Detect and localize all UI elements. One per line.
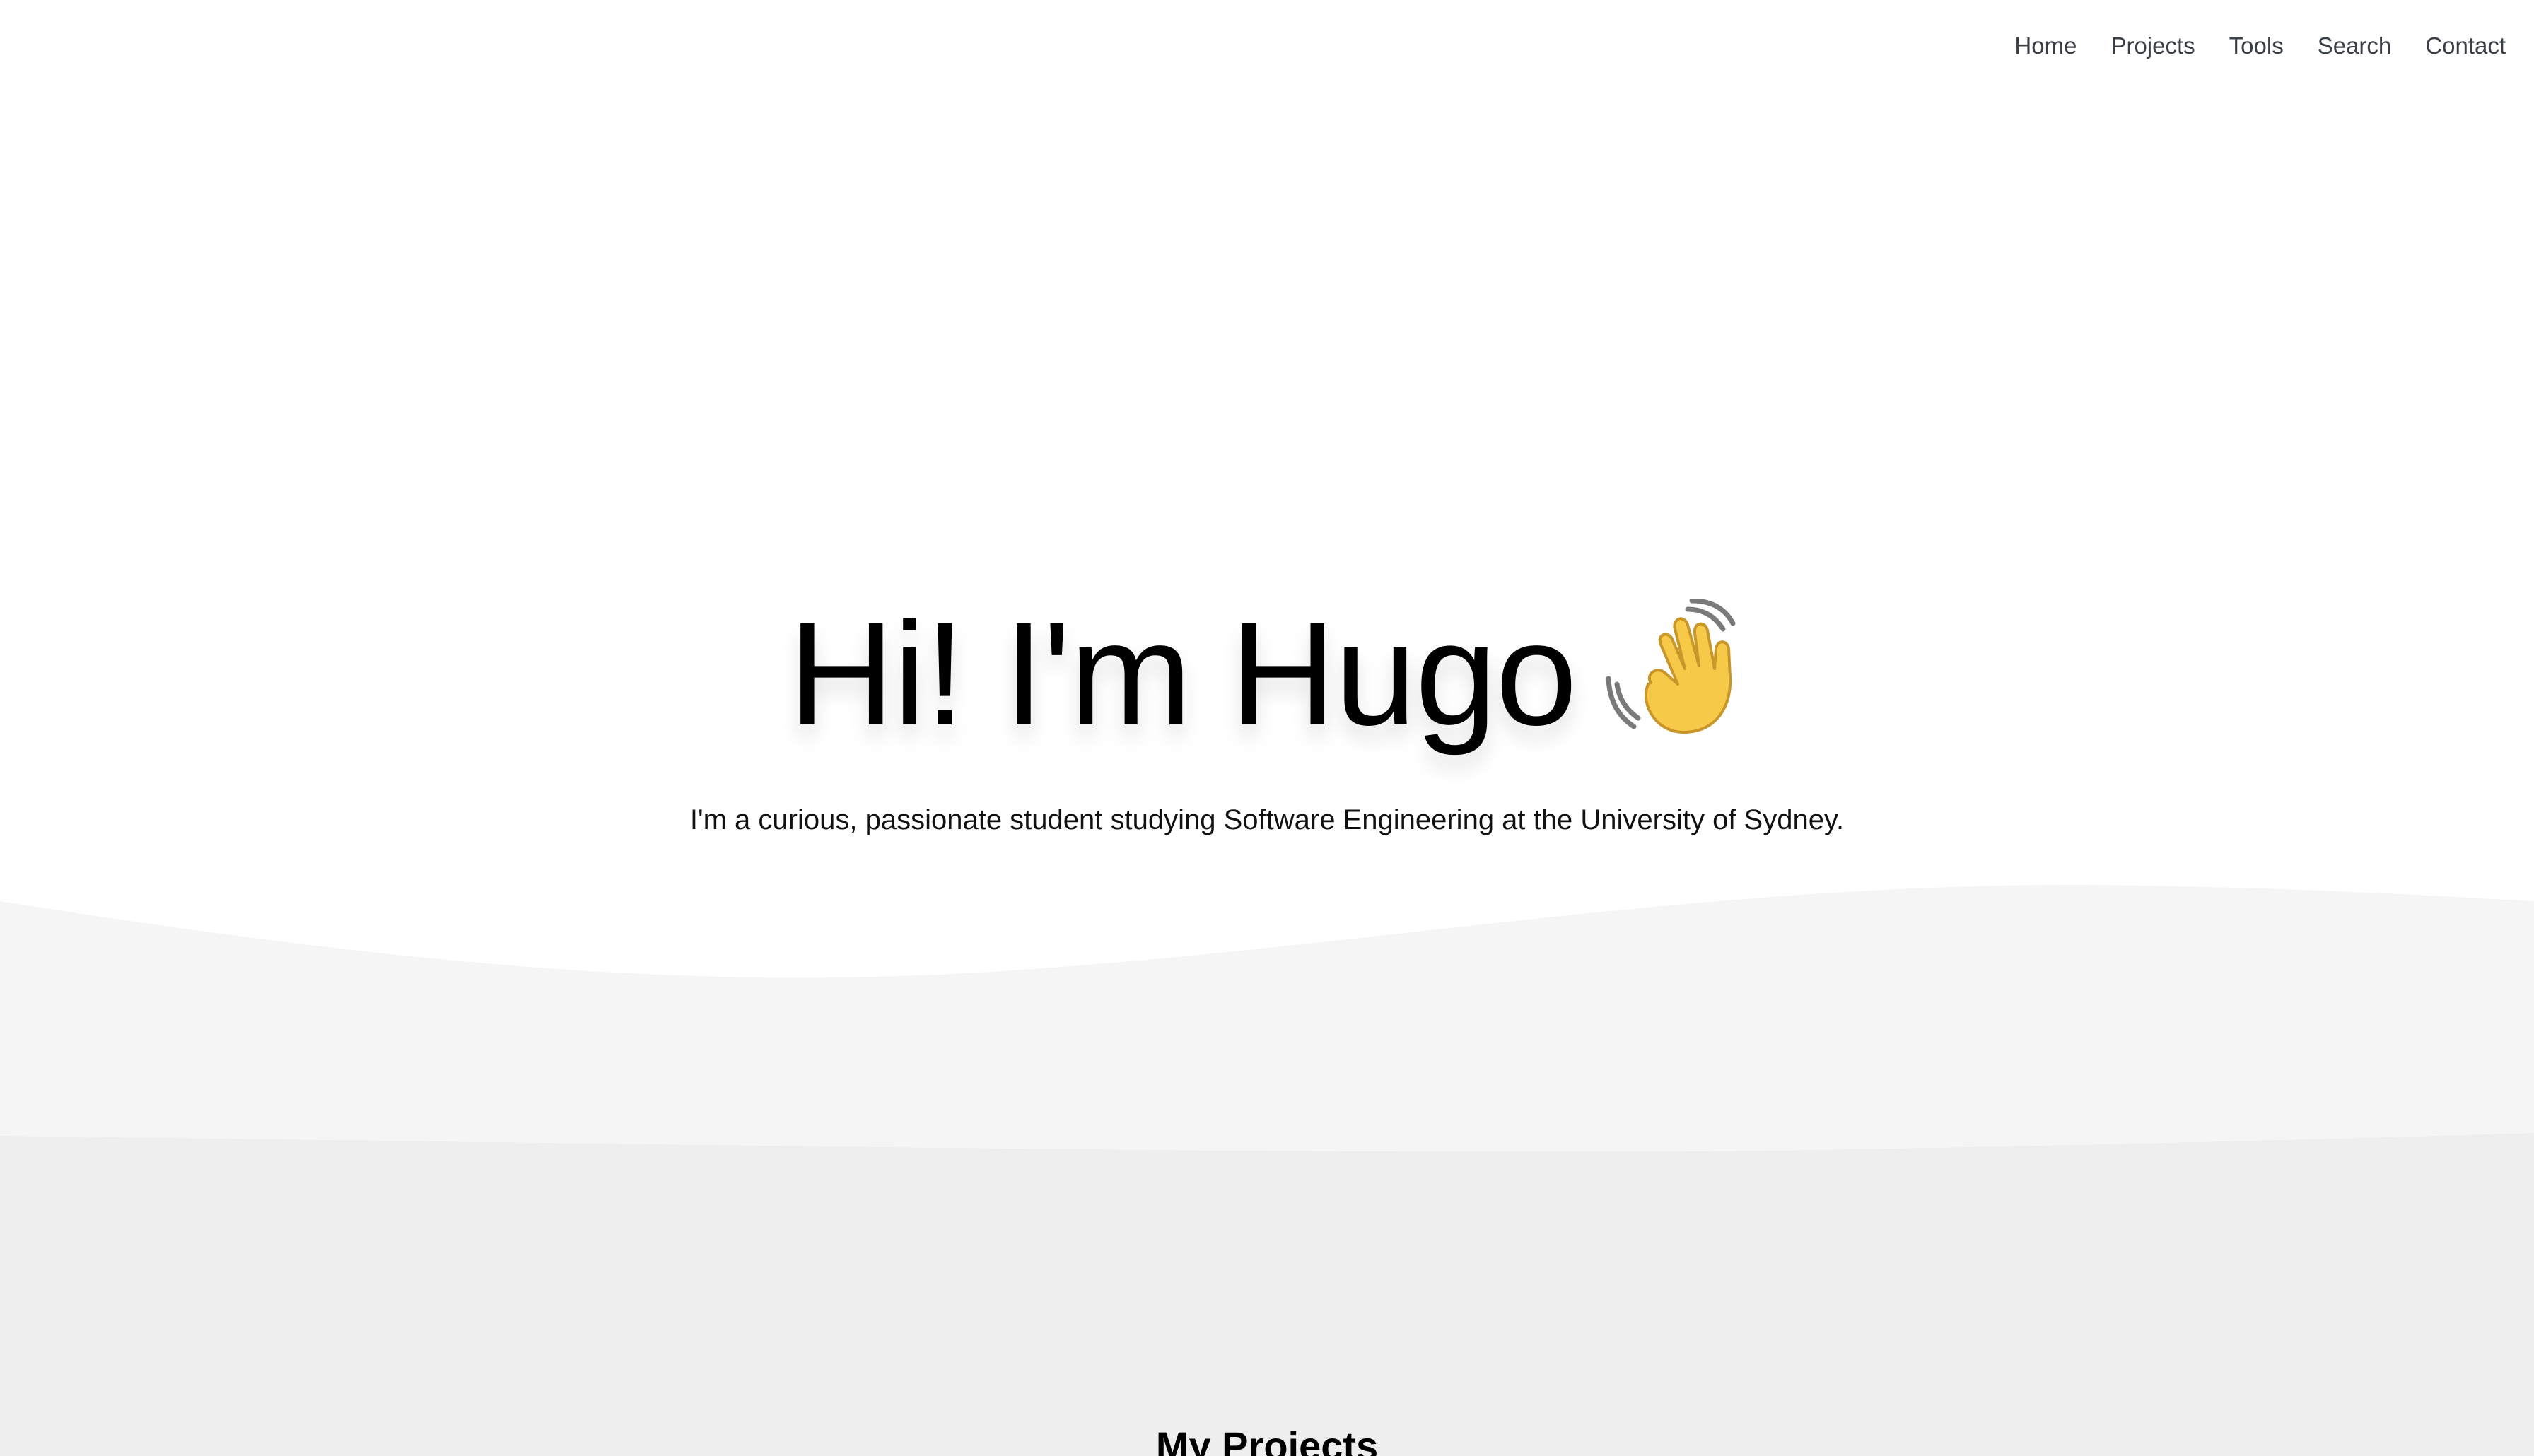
nav-search-link[interactable]: Search bbox=[2318, 34, 2392, 57]
content: Home Projects Tools Search Contact Hi! I… bbox=[0, 0, 2534, 1456]
page: Home Projects Tools Search Contact Hi! I… bbox=[0, 0, 2534, 1456]
nav-home-link[interactable]: Home bbox=[2014, 34, 2077, 57]
hero-subtitle: I'm a curious, passionate student studyi… bbox=[689, 804, 1845, 835]
nav-contact-link[interactable]: Contact bbox=[2425, 34, 2506, 57]
waving-hand-icon bbox=[1604, 598, 1746, 741]
nav-projects-link[interactable]: Projects bbox=[2110, 34, 2195, 57]
top-nav: Home Projects Tools Search Contact bbox=[2014, 34, 2506, 57]
projects-section-title: My Projects bbox=[1155, 1423, 1379, 1456]
nav-tools-link[interactable]: Tools bbox=[2229, 34, 2284, 57]
hero-title: Hi! I'm Hugo bbox=[0, 594, 2534, 756]
hero-title-text: Hi! I'm Hugo bbox=[788, 592, 1577, 756]
